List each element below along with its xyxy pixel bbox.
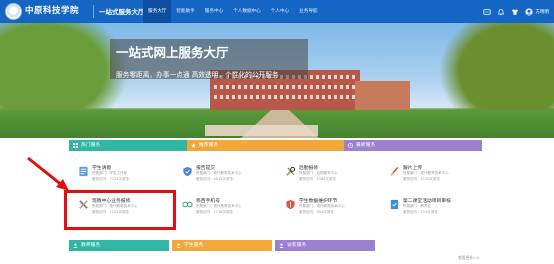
tile-views: 服务访问：1118次浏览 xyxy=(196,210,233,214)
shirt-icon[interactable] xyxy=(511,8,519,16)
tab-visitor-services[interactable]: 访客服务 xyxy=(275,240,375,251)
message-icon[interactable] xyxy=(482,8,491,16)
main-nav: 服务大厅 智能助手 服务中心 个人数据中心 个人中心 业务导航 xyxy=(143,0,323,23)
tab-teacher-label: 教师服务 xyxy=(81,243,101,248)
tile-title: 学生请假 xyxy=(92,166,112,171)
view-more-link[interactable]: 查看更多>> xyxy=(458,255,480,261)
tab-student-services[interactable]: 学生服务 xyxy=(172,240,272,251)
shield-check-icon xyxy=(183,166,192,177)
service-tile-photo-upload[interactable]: 跟片上传 所属部门：现代教育技术中心 服务访问：1125次浏览 xyxy=(379,160,469,189)
service-tile-phone-number[interactable]: 移西手机号 所属部门：现代教育技术中心 服务访问：1118次浏览 xyxy=(172,193,262,222)
hero-banner: 一站式网上服务大厅 服务零距离，办事一点通 高效透明，个性化的公开服务 xyxy=(0,23,554,144)
tile-title: 第二课堂活动项目审核 xyxy=(403,199,451,204)
tile-views: 服务访问：904次浏览 xyxy=(299,210,334,214)
school-logo[interactable] xyxy=(5,3,22,20)
highlight-box xyxy=(64,190,176,230)
service-tile-second-classroom[interactable]: 第二课堂活动项目审核 所属部门：教务处 服务访问：724次浏览 xyxy=(379,193,469,222)
document-check-icon xyxy=(390,199,399,210)
tab-recommended-services[interactable]: 推荐服务 xyxy=(187,140,344,151)
tab-teacher-services[interactable]: 教师服务 xyxy=(69,240,169,251)
tab-popular-label: 热门服务 xyxy=(81,143,101,148)
leave-request-icon xyxy=(79,166,88,177)
shield-icon xyxy=(286,199,295,210)
tab-popular-services[interactable]: 热门服务 xyxy=(69,140,187,151)
tile-title: 学生数据维护环节 xyxy=(299,199,338,204)
brush-icon xyxy=(390,166,399,176)
service-tile-report-submit[interactable]: 报告提交 所属部门：现代教育技术中心 服务访问：4515次浏览 xyxy=(172,160,262,189)
tab-recommended-label: 推荐服务 xyxy=(199,143,219,148)
tile-views: 服务访问：724次浏览 xyxy=(403,210,438,214)
banner-signage xyxy=(205,125,318,136)
tile-views: 服务访问：1584次浏览 xyxy=(299,177,336,181)
nav-personal-center[interactable]: 个人中心 xyxy=(266,0,294,23)
tile-views: 服务访问：7224次浏览 xyxy=(92,177,129,181)
banner-building-annex xyxy=(355,81,410,110)
tile-dept: 所属部门：现代教育技术中心 xyxy=(403,171,449,175)
tab-visitor-label: 访客服务 xyxy=(287,243,307,248)
tile-title: 报告提交 xyxy=(196,166,216,171)
nav-service-center[interactable]: 服务中心 xyxy=(200,0,228,23)
grid-icon xyxy=(73,143,78,148)
tile-dept: 所属部门：后勤服务中心 xyxy=(299,171,338,175)
service-tile-logistics-repair[interactable]: 后勤报修 所属部门：后勤服务中心 服务访问：1584次浏览 xyxy=(275,160,365,189)
teacher-icon xyxy=(73,243,78,248)
header-actions: 方晓明 xyxy=(482,0,550,23)
link-icon xyxy=(182,201,193,208)
student-icon xyxy=(176,243,181,248)
star-icon xyxy=(191,143,196,148)
service-tile-student-data[interactable]: 学生数据维护环节 所属部门：现代教育技术中心 服务访问：904次浏览 xyxy=(275,193,365,222)
top-header: 中原科技学院 一站式服务大厅 服务大厅 智能助手 服务中心 个人数据中心 个人中… xyxy=(0,0,554,23)
visitor-icon xyxy=(279,243,284,248)
tile-views: 服务访问：1125次浏览 xyxy=(403,177,440,181)
tile-dept: 所属部门：现代教育技术中心 xyxy=(196,171,242,175)
tab-student-label: 学生服务 xyxy=(184,243,204,248)
tile-title: 跟片上传 xyxy=(403,166,423,171)
nav-personal-data-center[interactable]: 个人数据中心 xyxy=(228,0,266,23)
nav-service-hall[interactable]: 服务大厅 xyxy=(143,0,172,23)
tile-title: 移西手机号 xyxy=(196,199,220,204)
avatar-icon[interactable] xyxy=(524,7,533,16)
school-name[interactable]: 中原科技学院 xyxy=(25,4,79,16)
tile-dept: 所属部门：现代教育技术中心 xyxy=(299,204,345,208)
tile-dept: 所属部门：学生工作部 xyxy=(92,171,127,175)
tile-dept: 所属部门：现代教育技术中心 xyxy=(196,204,242,208)
banner-subtitle: 服务零距离，办事一点通 高效透明，个性化的公开服务 xyxy=(116,71,279,79)
service-tile-student-leave[interactable]: 学生请假 所属部门：学生工作部 服务访问：7224次浏览 xyxy=(68,160,158,189)
wrench-icon xyxy=(286,166,296,176)
nav-smart-assistant[interactable]: 智能助手 xyxy=(171,0,199,23)
tab-latest-label: 最新服务 xyxy=(356,143,376,148)
bell-icon[interactable] xyxy=(497,8,505,16)
portal-title: 一站式服务大厅 xyxy=(99,8,145,16)
clock-icon xyxy=(348,143,353,148)
banner-title: 一站式网上服务大厅 xyxy=(116,45,229,60)
tile-views: 服务访问：4515次浏览 xyxy=(196,177,233,181)
user-name[interactable]: 方晓明 xyxy=(536,9,550,15)
nav-business-guide[interactable]: 业务导航 xyxy=(294,0,322,23)
red-arrow-icon xyxy=(27,156,69,191)
header-divider xyxy=(93,5,94,18)
tab-latest-services[interactable]: 最新服务 xyxy=(344,140,482,151)
tile-title: 后勤报修 xyxy=(299,166,319,171)
tile-dept: 所属部门：教务处 xyxy=(403,204,431,208)
